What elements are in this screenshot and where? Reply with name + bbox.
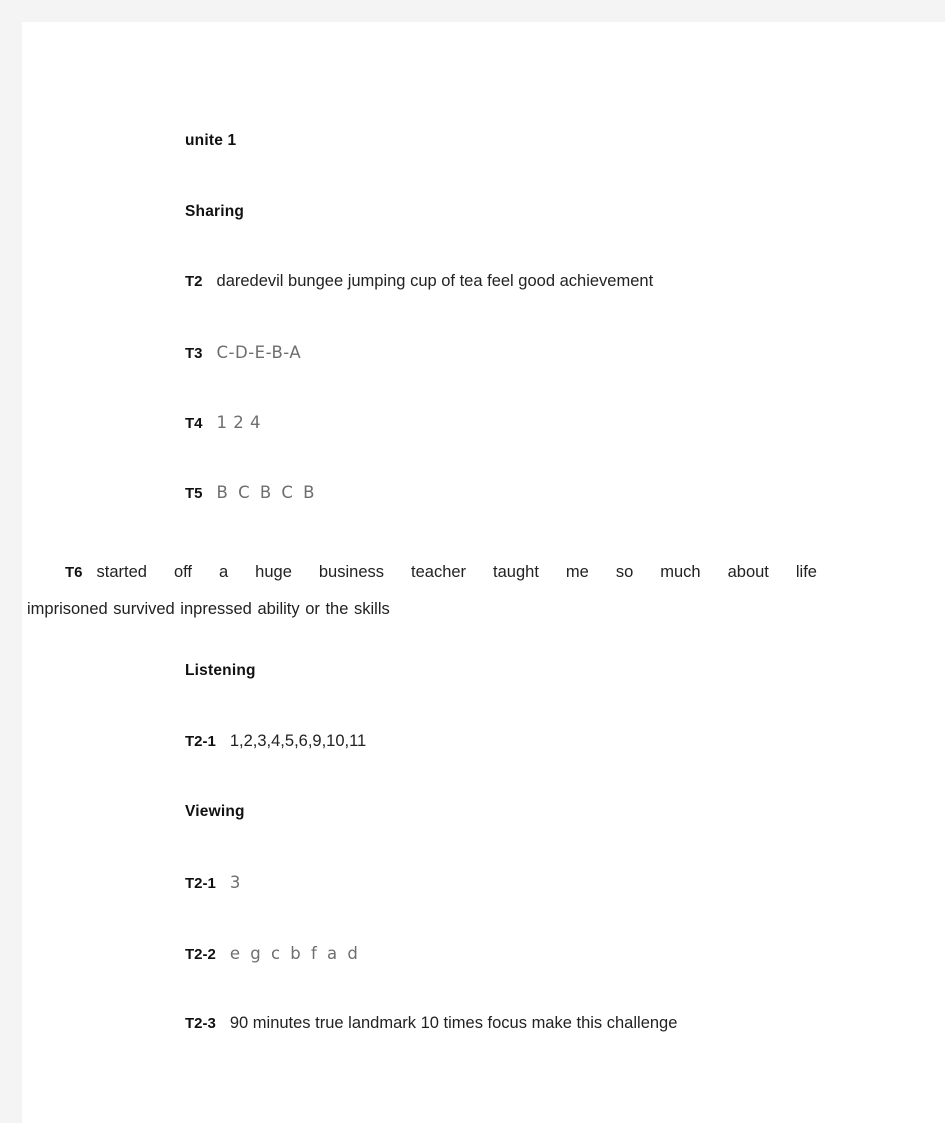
page-title: unite 1 (185, 132, 237, 149)
answer-text-t2: daredevil bungee jumping cup of tea feel… (216, 272, 654, 290)
answer-text-t5: B C B C B (216, 483, 317, 502)
answer-tag-viewing-t2-3: T2-3 (185, 1015, 216, 1032)
answer-tag-viewing-t2-1: T2-1 (185, 875, 216, 892)
answer-text-t3: C-D-E-B-A (216, 343, 302, 362)
answer-text-t4: 1 2 4 (216, 413, 261, 432)
answer-text-t6-line1: started off a huge business teacher taug… (96, 563, 817, 581)
answer-text-viewing-t2-1: 3 (229, 873, 243, 892)
answer-row-listening-t2-1: T2-1 1,2,3,4,5,6,9,10,11 (185, 732, 366, 751)
answer-tag-listening-t2-1: T2-1 (185, 733, 216, 750)
answer-tag-t2: T2 (185, 273, 203, 290)
answer-row-t3: T3 C-D-E-B-A (185, 343, 301, 363)
answer-text-t6-line2: imprisoned survived inpressed ability or… (27, 600, 390, 618)
answer-tag-t3: T3 (185, 345, 203, 362)
answer-tag-viewing-t2-2: T2-2 (185, 946, 216, 963)
answer-row-t5: T5 B C B C B (185, 483, 317, 503)
answer-row-viewing-t2-1: T2-1 3 (185, 873, 243, 893)
answer-row-t6: T6 started off a huge business teacher ta… (27, 554, 817, 628)
answer-row-t4: T4 1 2 4 (185, 413, 261, 433)
answer-text-viewing-t2-2: e g c b f a d (229, 944, 361, 963)
answer-text-viewing-t2-3: 90 minutes true landmark 10 times focus … (229, 1014, 678, 1032)
section-heading-viewing: Viewing (185, 803, 245, 820)
answer-row-t2: T2 daredevil bungee jumping cup of tea fe… (185, 272, 653, 291)
answer-row-viewing-t2-3: T2-3 90 minutes true landmark 10 times fo… (185, 1014, 677, 1033)
answer-text-listening-t2-1: 1,2,3,4,5,6,9,10,11 (229, 732, 367, 750)
answer-tag-t5: T5 (185, 485, 203, 502)
document-content: unite 1 Sharing T2 daredevil bungee jumpi… (22, 22, 945, 1123)
answer-tag-t4: T4 (185, 415, 203, 432)
section-heading-sharing: Sharing (185, 203, 245, 220)
section-heading-listening: Listening (185, 662, 256, 679)
answer-tag-t6: T6 (65, 564, 83, 581)
answer-row-viewing-t2-2: T2-2 e g c b f a d (185, 944, 360, 964)
document-page: unite 1 Sharing T2 daredevil bungee jumpi… (22, 22, 945, 1123)
